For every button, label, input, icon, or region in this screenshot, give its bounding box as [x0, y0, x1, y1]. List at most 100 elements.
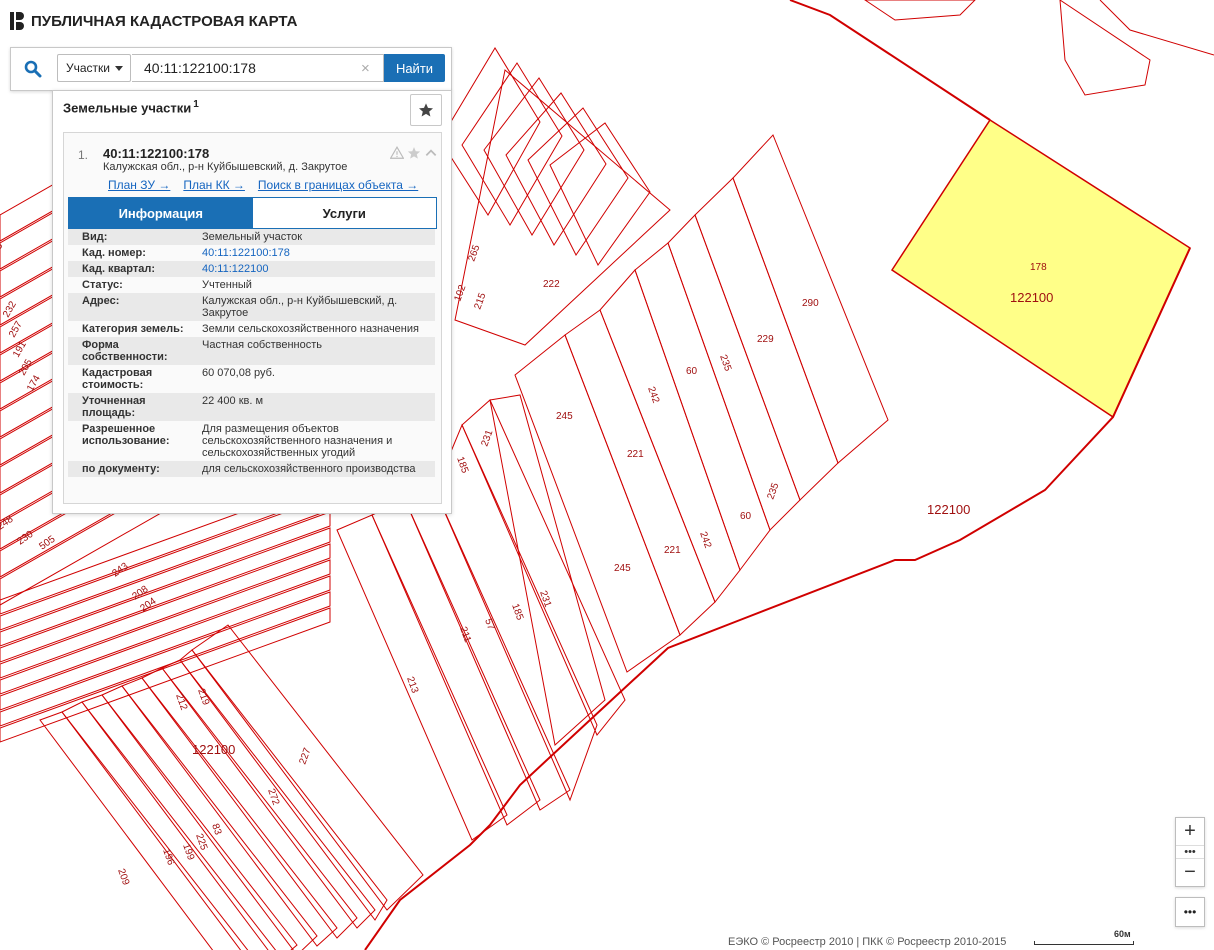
parcel-outline[interactable]: [121, 677, 338, 947]
info-row: Кадастровая стоимость: 60 070,08 руб.: [68, 365, 435, 393]
parcel-label: 174: [25, 373, 43, 393]
result-link-2[interactable]: Поиск в границах объекта →: [258, 178, 418, 192]
parcel-outline[interactable]: [0, 559, 331, 695]
parcel-outline[interactable]: [454, 69, 671, 346]
parcel-label: 185: [454, 455, 470, 475]
parcel-outline[interactable]: [1059, 0, 1151, 96]
result-actions: [390, 146, 438, 160]
info-key: по документу:: [68, 461, 198, 477]
warning-icon[interactable]: [390, 146, 404, 160]
app-title: ПУБЛИЧНАЯ КАДАСТРОВАЯ КАРТА: [31, 12, 298, 30]
parcel-outline[interactable]: [549, 122, 651, 266]
info-value[interactable]: 40:11:122100:178: [198, 245, 435, 261]
parcel-label: 505: [37, 534, 57, 553]
search-results-panel: Земельные участки 1 1. 40:11:122100:178 К…: [52, 90, 452, 514]
info-row: по документу: для сельскохозяйственного п…: [68, 461, 435, 477]
search-toggle-button[interactable]: [11, 48, 55, 90]
app-header: ПУБЛИЧНАЯ КАДАСТРОВАЯ КАРТА: [10, 12, 297, 30]
result-tabs: Информация Услуги: [68, 197, 437, 229]
rosreestr-logo-icon: [10, 12, 24, 30]
result-link-1[interactable]: План КК →: [183, 178, 245, 192]
info-key: Кад. номер:: [68, 245, 198, 261]
parcel-label: 229: [757, 334, 774, 345]
parcel-label-selected: 178: [1030, 262, 1047, 273]
chevron-down-icon: [115, 65, 123, 71]
parcel-outline[interactable]: [864, 0, 976, 21]
parcel-label: 290: [802, 298, 819, 309]
info-row: Кад. квартал: 40:11:122100: [68, 261, 435, 277]
result-cadastral-number[interactable]: 40:11:122100:178: [103, 146, 209, 161]
parcel-label: 231: [479, 428, 495, 448]
parcel-label: 245: [614, 563, 631, 574]
parcel-outline[interactable]: [489, 394, 606, 746]
parcel-label: 221: [664, 545, 681, 556]
info-row: Форма собственности: Частная собственност…: [68, 337, 435, 365]
zoom-in-button[interactable]: +: [1176, 818, 1204, 845]
result-index: 1.: [78, 148, 89, 162]
parcel-label: 219: [195, 687, 211, 707]
info-row: Уточненная площадь: 22 400 кв. м: [68, 393, 435, 421]
parcel-outline[interactable]: [191, 624, 424, 911]
info-key: Вид:: [68, 229, 198, 245]
zoom-out-button[interactable]: −: [1176, 859, 1204, 886]
zoom-levels-button[interactable]: •••: [1176, 845, 1204, 859]
results-heading: Земельные участки 1: [63, 99, 199, 115]
parcel-outline: [1099, 0, 1214, 56]
info-row: Статус: Учтенный: [68, 277, 435, 293]
parcel-label: 209: [115, 867, 131, 887]
parcel-label: 191: [11, 339, 29, 359]
find-button[interactable]: Найти: [384, 54, 445, 82]
quarter-boundary: [789, 0, 991, 121]
parcel-outline[interactable]: [179, 649, 388, 921]
parcel-label: 60: [740, 511, 752, 522]
info-row: Категория земель: Земли сельскохозяйствен…: [68, 321, 435, 337]
star-outline-icon[interactable]: [407, 146, 421, 160]
parcel-outline[interactable]: [564, 309, 716, 636]
map-attribution: ЕЭКО © Росреестр 2010 | ПКК © Росреестр …: [728, 936, 1007, 948]
search-bar: Участки × Найти: [10, 47, 452, 91]
parcel-label: 265: [466, 243, 482, 263]
parcel-outline[interactable]: [336, 514, 508, 841]
info-key: Категория земель:: [68, 321, 198, 337]
parcel-label: 212: [173, 692, 189, 712]
quarter-label: 122100: [1010, 290, 1053, 305]
result-link-0[interactable]: План ЗУ →: [108, 178, 170, 192]
parcel-label: 235: [717, 353, 733, 373]
favorites-button[interactable]: [410, 94, 442, 126]
tab-information[interactable]: Информация: [69, 198, 253, 228]
results-count: 1: [193, 99, 199, 110]
result-card: 1. 40:11:122100:178 Калужская обл., р-н …: [63, 132, 442, 504]
parcel-outline[interactable]: [461, 62, 563, 226]
tab-services[interactable]: Услуги: [253, 198, 437, 228]
result-address: Калужская обл., р-н Куйбышевский, д. Зак…: [103, 161, 348, 173]
search-type-select[interactable]: Участки: [57, 54, 131, 82]
parcel-label: 242: [645, 385, 661, 405]
parcel-label: 222: [543, 279, 560, 290]
info-row: Адрес: Калужская обл., р-н Куйбышевский, …: [68, 293, 435, 321]
parcel-label: 60: [686, 366, 698, 377]
info-key: Разрешенное использование:: [68, 421, 198, 461]
parcel-outline[interactable]: [371, 499, 541, 826]
info-value: 22 400 кв. м: [198, 393, 435, 421]
more-tools-button[interactable]: •••: [1175, 897, 1205, 927]
parcel-outline[interactable]: [527, 107, 629, 256]
quarter-label: 122100: [192, 742, 235, 757]
scale-line: [1034, 941, 1134, 945]
quarter-label: 122100: [927, 502, 970, 517]
parcel-outline[interactable]: [61, 701, 277, 950]
info-value[interactable]: 40:11:122100: [198, 261, 435, 277]
clear-search-icon[interactable]: ×: [361, 60, 370, 77]
parcel-outline[interactable]: [0, 543, 331, 679]
parcel-outline[interactable]: [505, 92, 607, 246]
results-heading-label: Земельные участки: [63, 100, 192, 116]
parcel-outline[interactable]: [101, 685, 318, 950]
info-table: Вид: Земельный участок Кад. номер: 40:11:12…: [68, 229, 435, 477]
search-type-label: Участки: [66, 61, 110, 75]
result-links: План ЗУ → План КК → Поиск в границах объек…: [108, 178, 418, 192]
parcel-label: 196: [160, 847, 176, 867]
parcel-outline[interactable]: [141, 667, 358, 939]
info-key: Уточненная площадь:: [68, 393, 198, 421]
info-key: Кадастровая стоимость:: [68, 365, 198, 393]
chevron-up-icon[interactable]: [424, 146, 438, 160]
search-input[interactable]: [132, 54, 384, 82]
